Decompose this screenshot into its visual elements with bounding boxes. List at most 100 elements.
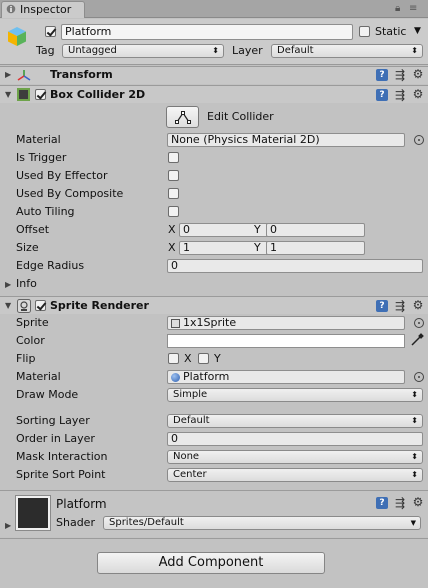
sprite-sort-point-value: Center <box>173 469 207 480</box>
gameobject-name-input[interactable]: Platform <box>61 24 353 40</box>
sprite-sort-point-label: Sprite Sort Point <box>16 468 106 481</box>
tag-dropdown[interactable]: Untagged ⬍ <box>62 44 224 58</box>
order-in-layer-field[interactable]: 0 <box>167 432 423 446</box>
box-collider-icon <box>17 88 30 101</box>
static-dropdown-arrow-icon[interactable]: ▼ <box>414 24 421 38</box>
flip-x-label: X <box>184 352 192 365</box>
size-x-field[interactable]: 1 <box>179 241 278 255</box>
used-by-effector-checkbox[interactable] <box>168 170 179 181</box>
object-picker-icon[interactable] <box>414 372 424 382</box>
size-y-field[interactable]: 1 <box>266 241 365 255</box>
mask-interaction-dropdown[interactable]: None ⬍ <box>167 450 423 464</box>
tab-title: Inspector <box>20 3 72 16</box>
material-asset-icon <box>171 373 180 382</box>
renderer-material-label: Material <box>16 370 61 383</box>
edit-collider-label: Edit Collider <box>207 110 274 123</box>
chevron-down-icon: ▼ <box>410 519 416 527</box>
offset-label: Offset <box>16 223 50 236</box>
color-label: Color <box>16 334 45 347</box>
shader-value: Sprites/Default <box>109 517 184 528</box>
offset-x-label[interactable]: X <box>168 223 176 237</box>
info-foldout-label[interactable]: Info <box>16 277 37 291</box>
offset-x-field[interactable]: 0 <box>179 223 278 237</box>
edge-radius-field[interactable]: 0 <box>167 259 423 273</box>
offset-y-label[interactable]: Y <box>254 223 261 237</box>
material-preview-thumbnail[interactable] <box>15 495 51 531</box>
presets-icon[interactable]: ⇶ <box>394 497 406 509</box>
chevron-down-icon: ⬍ <box>212 46 219 55</box>
sorting-layer-value: Default <box>173 415 210 426</box>
sprite-renderer-enabled-checkbox[interactable] <box>35 300 46 311</box>
gear-icon[interactable]: ⚙ <box>412 68 424 80</box>
gear-icon[interactable]: ⚙ <box>412 299 424 311</box>
size-x-label[interactable]: X <box>168 241 176 255</box>
shader-dropdown[interactable]: Sprites/Default ▼ <box>103 516 421 530</box>
chevron-down-icon: ⬍ <box>411 390 418 399</box>
presets-icon[interactable]: ⇶ <box>394 89 406 101</box>
auto-tiling-checkbox[interactable] <box>168 206 179 217</box>
object-picker-icon[interactable] <box>414 318 424 328</box>
size-label: Size <box>16 241 39 254</box>
renderer-material-value: Platform <box>183 370 230 383</box>
color-swatch[interactable] <box>167 334 405 348</box>
static-checkbox[interactable] <box>359 26 370 37</box>
presets-icon[interactable]: ⇶ <box>394 69 406 81</box>
flip-label: Flip <box>16 352 36 365</box>
layer-value: Default <box>277 45 314 56</box>
flip-y-label: Y <box>214 352 221 365</box>
transform-axes-icon <box>17 70 31 81</box>
lock-icon[interactable]: 🔒︎ <box>395 3 400 15</box>
help-icon[interactable]: ? <box>376 497 388 509</box>
sprite-label: Sprite <box>16 316 49 329</box>
add-component-button[interactable]: Add Component <box>97 552 325 574</box>
gameobject-cube-icon <box>8 27 26 46</box>
is-trigger-checkbox[interactable] <box>168 152 179 163</box>
used-by-composite-checkbox[interactable] <box>168 188 179 199</box>
edge-radius-label: Edge Radius <box>16 259 85 272</box>
divider <box>0 538 428 539</box>
edit-collider-button[interactable] <box>166 106 199 128</box>
gameobject-active-checkbox[interactable] <box>45 26 56 37</box>
layer-dropdown[interactable]: Default ⬍ <box>271 44 423 58</box>
size-y-label[interactable]: Y <box>254 241 261 255</box>
flip-y-checkbox[interactable] <box>198 353 209 364</box>
sprite-renderer-title: Sprite Renderer <box>50 299 149 312</box>
offset-y-field[interactable]: 0 <box>266 223 365 237</box>
sorting-layer-dropdown[interactable]: Default ⬍ <box>167 414 423 428</box>
tab-bar: Inspector 🔒︎ ≡ <box>0 0 428 18</box>
tab-menu-icon[interactable]: ≡ <box>409 3 417 15</box>
help-icon[interactable]: ? <box>376 89 388 101</box>
sprite-value: 1x1Sprite <box>183 316 237 329</box>
foldout-collapsed-icon[interactable]: ▶ <box>5 70 11 80</box>
help-icon[interactable]: ? <box>376 300 388 312</box>
box-collider-enabled-checkbox[interactable] <box>35 89 46 100</box>
draw-mode-dropdown[interactable]: Simple ⬍ <box>167 388 423 402</box>
auto-tiling-label: Auto Tiling <box>16 205 75 218</box>
sprite-asset-icon <box>171 319 180 328</box>
tag-value: Untagged <box>68 45 117 56</box>
material-block-name: Platform <box>56 497 107 511</box>
presets-icon[interactable]: ⇶ <box>394 300 406 312</box>
sprite-sort-point-dropdown[interactable]: Center ⬍ <box>167 468 423 482</box>
eyedropper-icon[interactable] <box>410 333 424 347</box>
foldout-collapsed-icon[interactable]: ▶ <box>5 521 11 531</box>
gear-icon[interactable]: ⚙ <box>412 496 424 508</box>
chevron-down-icon: ⬍ <box>411 470 418 479</box>
foldout-expanded-icon[interactable]: ▼ <box>5 90 11 100</box>
help-icon[interactable]: ? <box>376 69 388 81</box>
collider-material-field[interactable]: None (Physics Material 2D) <box>167 133 405 147</box>
info-icon <box>6 4 16 14</box>
sprite-field[interactable]: 1x1Sprite <box>167 316 405 330</box>
renderer-material-field[interactable]: Platform <box>167 370 405 384</box>
draw-mode-label: Draw Mode <box>16 388 79 401</box>
foldout-expanded-icon[interactable]: ▼ <box>5 301 11 311</box>
mask-interaction-label: Mask Interaction <box>16 450 108 463</box>
order-in-layer-label: Order in Layer <box>16 432 95 445</box>
foldout-collapsed-icon[interactable]: ▶ <box>5 280 11 290</box>
tab-inspector[interactable]: Inspector <box>1 1 85 18</box>
is-trigger-label: Is Trigger <box>16 151 67 164</box>
gear-icon[interactable]: ⚙ <box>412 88 424 100</box>
sorting-layer-label: Sorting Layer <box>16 414 90 427</box>
object-picker-icon[interactable] <box>414 135 424 145</box>
flip-x-checkbox[interactable] <box>168 353 179 364</box>
